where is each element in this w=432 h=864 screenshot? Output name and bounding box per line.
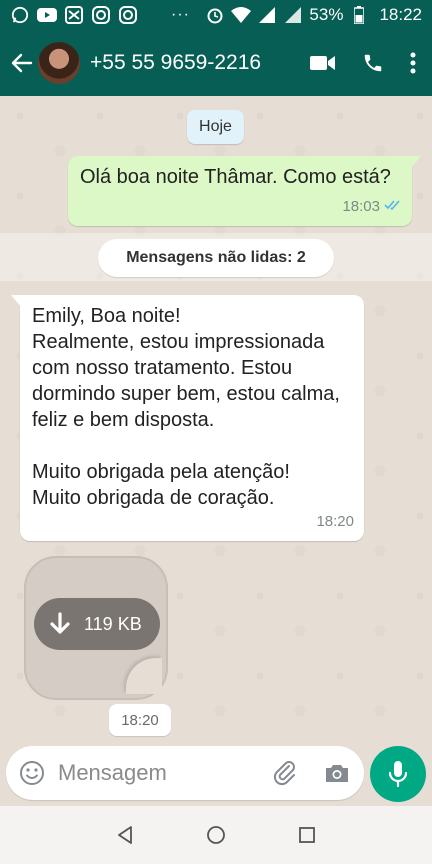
- sticker-page-curl: [126, 658, 162, 694]
- chat-header: +55 55 9659-2216: [0, 30, 432, 96]
- message-time: 18:03: [342, 198, 380, 215]
- outgoing-message[interactable]: Olá boa noite Thâmar. Como está? 18:03: [68, 156, 421, 226]
- clock: 18:22: [379, 5, 422, 24]
- capcut-icon: [64, 5, 84, 25]
- more-notifications-dots: ···: [171, 6, 190, 23]
- chat-area[interactable]: Hoje Olá boa noite Thâmar. Como está? 18…: [0, 96, 432, 750]
- microphone-icon: [388, 761, 408, 788]
- message-text: Emily, Boa noite! Realmente, estou impre…: [32, 305, 340, 509]
- nav-recents-icon[interactable]: [292, 820, 322, 850]
- message-meta: 18:20: [316, 509, 354, 535]
- nav-back-icon[interactable]: [110, 820, 140, 850]
- sticker-time: 18:20: [109, 704, 171, 736]
- voice-record-button[interactable]: [370, 746, 426, 802]
- unread-messages-label: Mensagens não lidas: 2: [98, 239, 334, 277]
- attach-icon[interactable]: [270, 760, 300, 786]
- instagram-icon: [118, 5, 138, 25]
- read-ticks-icon: [384, 194, 402, 220]
- header-actions: [310, 52, 416, 74]
- youtube-icon: [37, 5, 57, 25]
- voice-call-icon[interactable]: [362, 52, 384, 74]
- avatar[interactable]: [38, 42, 80, 84]
- message-time: 18:20: [316, 513, 354, 530]
- video-call-icon[interactable]: [310, 54, 336, 72]
- contact-name[interactable]: +55 55 9659-2216: [90, 51, 310, 75]
- date-separator: Hoje: [187, 110, 244, 144]
- more-options-icon[interactable]: [410, 52, 416, 74]
- status-bar: ··· 53% 18:22: [0, 0, 432, 30]
- download-size: 119 KB: [84, 613, 142, 634]
- emoji-icon[interactable]: [18, 759, 46, 787]
- download-sticker-button[interactable]: 119 KB: [34, 598, 160, 650]
- whatsapp-icon: [10, 5, 30, 25]
- system-icons: 53% 18:22: [205, 5, 422, 25]
- signal-icon: [283, 5, 303, 25]
- android-nav-bar: [0, 806, 432, 864]
- message-meta: 18:03: [342, 194, 402, 220]
- battery-icon: [349, 5, 369, 25]
- notification-icons: ···: [10, 5, 190, 25]
- wifi-icon: [231, 5, 252, 25]
- signal-icon: [257, 5, 277, 25]
- instagram-icon: [91, 5, 111, 25]
- camera-icon[interactable]: [322, 762, 352, 784]
- message-text: Olá boa noite Thâmar. Como está?: [80, 166, 391, 188]
- battery-percent: 53%: [309, 5, 344, 24]
- arrow-left-icon: [11, 53, 33, 73]
- back-button[interactable]: [2, 30, 42, 96]
- message-composer: [6, 746, 364, 800]
- alarm-icon: [205, 5, 225, 25]
- incoming-message[interactable]: Emily, Boa noite! Realmente, estou impre…: [11, 295, 364, 541]
- message-input[interactable]: [58, 760, 258, 786]
- nav-home-icon[interactable]: [201, 820, 231, 850]
- download-icon: [50, 612, 70, 634]
